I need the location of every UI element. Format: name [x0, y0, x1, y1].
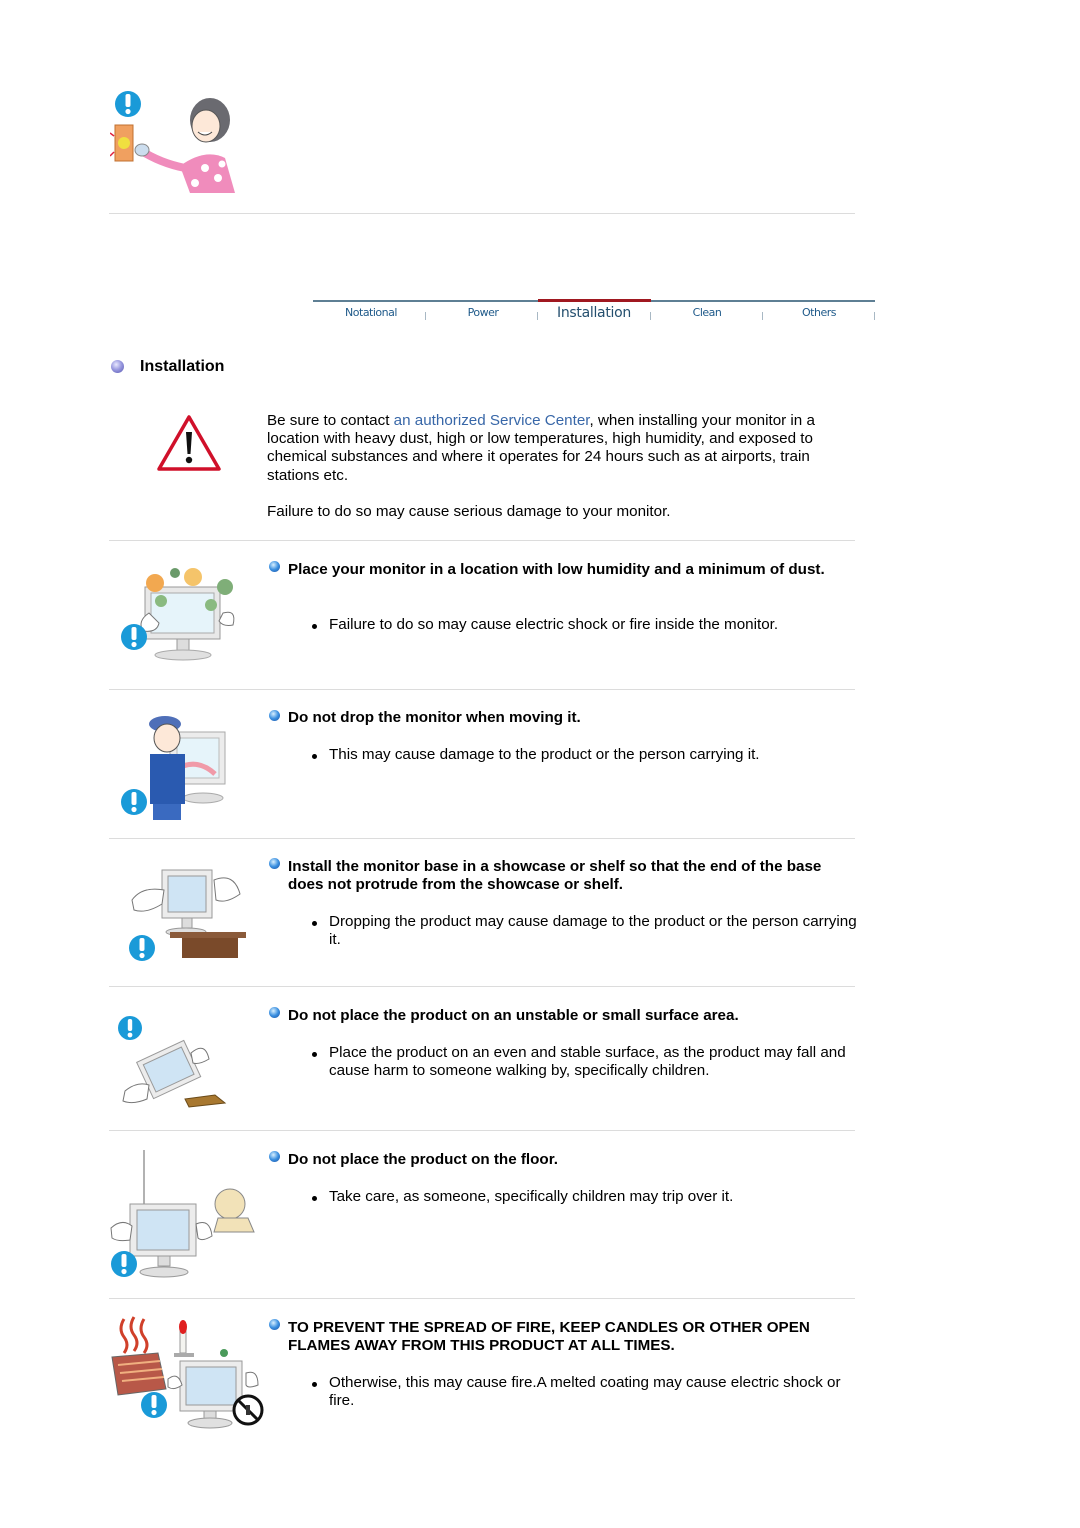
item-bullet-text: Take care, as someone, specifically chil…	[312, 1188, 857, 1206]
caution-icon	[111, 1251, 137, 1277]
item-bullet-icon	[269, 710, 280, 721]
divider	[109, 540, 855, 541]
caution-icon	[129, 935, 155, 961]
item-title: Install the monitor base in a showcase o…	[288, 858, 822, 894]
divider	[109, 1298, 855, 1299]
item-bullet-text: This may cause damage to the product or …	[312, 746, 857, 764]
caution-icon	[141, 1392, 167, 1418]
item-title: Place your monitor in a location with lo…	[288, 561, 825, 578]
bullet-text: Take care, as someone, specifically chil…	[329, 1188, 734, 1205]
item-title: Do not drop the monitor when moving it.	[288, 709, 581, 726]
bullet-text: Failure to do so may cause electric shoc…	[329, 616, 779, 633]
divider	[109, 689, 855, 690]
bullet-text: Place the product on an even and stable …	[329, 1044, 846, 1080]
section-title: Installation	[140, 358, 225, 375]
service-center-link[interactable]: an authorized Service Center	[394, 412, 590, 429]
bullet-text: Otherwise, this may cause fire.A melted …	[329, 1374, 841, 1410]
item-bullet-icon	[269, 1319, 280, 1330]
tab-installation[interactable]: Installation	[544, 305, 644, 321]
item-bullet-text: Otherwise, this may cause fire.A melted …	[312, 1374, 857, 1410]
divider	[109, 213, 855, 214]
item-bullet-text: Place the product on an even and stable …	[312, 1044, 857, 1080]
caution-icon	[115, 91, 141, 117]
active-tab-indicator	[538, 299, 651, 302]
divider	[109, 838, 855, 839]
tab-divider	[762, 312, 763, 320]
item-bullet-icon	[269, 858, 280, 869]
divider	[109, 986, 855, 987]
intro-note: Failure to do so may cause serious damag…	[267, 502, 671, 520]
item-bullet-icon	[269, 1151, 280, 1162]
no-candle-icon	[232, 1394, 264, 1426]
monitor-on-shelf-illustration	[122, 860, 252, 965]
item-bullet-icon	[269, 1007, 280, 1018]
bullet-text: This may cause damage to the product or …	[329, 746, 760, 763]
tab-divider	[537, 312, 538, 320]
tab-clean[interactable]: Clean	[657, 306, 757, 319]
monitor-falling-illustration	[115, 1015, 230, 1110]
section-bullet-icon	[111, 360, 124, 373]
monitor-dust-illustration	[115, 565, 245, 665]
tab-notational[interactable]: Notational	[321, 306, 421, 319]
caution-icon	[118, 1016, 142, 1040]
item-bullet-text: Failure to do so may cause electric shoc…	[312, 616, 857, 634]
intro-text: Be sure to contact an authorized Service…	[267, 412, 857, 521]
item-title: Do not place the product on the floor.	[288, 1151, 558, 1168]
item-bullet-text: Dropping the product may cause damage to…	[312, 913, 857, 949]
caution-icon	[121, 789, 147, 815]
item-title: TO PREVENT THE SPREAD OF FIRE, KEEP CAND…	[288, 1319, 810, 1355]
monitor-candle-heater-illustration	[108, 1315, 268, 1430]
item-title: Do not place the product on an unstable …	[288, 1007, 739, 1024]
tab-others[interactable]: Others	[769, 306, 869, 319]
monitor-on-floor-illustration	[108, 1148, 258, 1280]
woman-unplugging-illustration	[110, 88, 240, 198]
intro-text-start: Be sure to contact	[267, 412, 394, 429]
man-carrying-monitor-illustration	[115, 708, 245, 820]
tab-divider	[874, 312, 875, 320]
warning-triangle-icon	[156, 414, 222, 472]
category-tab-bar: Notational Power Installation Clean Othe…	[313, 299, 875, 330]
tab-divider	[650, 312, 651, 320]
tab-power[interactable]: Power	[433, 306, 533, 319]
caution-icon	[121, 624, 147, 650]
item-bullet-icon	[269, 561, 280, 572]
tab-divider	[425, 312, 426, 320]
bullet-text: Dropping the product may cause damage to…	[329, 913, 857, 949]
divider	[109, 1130, 855, 1131]
